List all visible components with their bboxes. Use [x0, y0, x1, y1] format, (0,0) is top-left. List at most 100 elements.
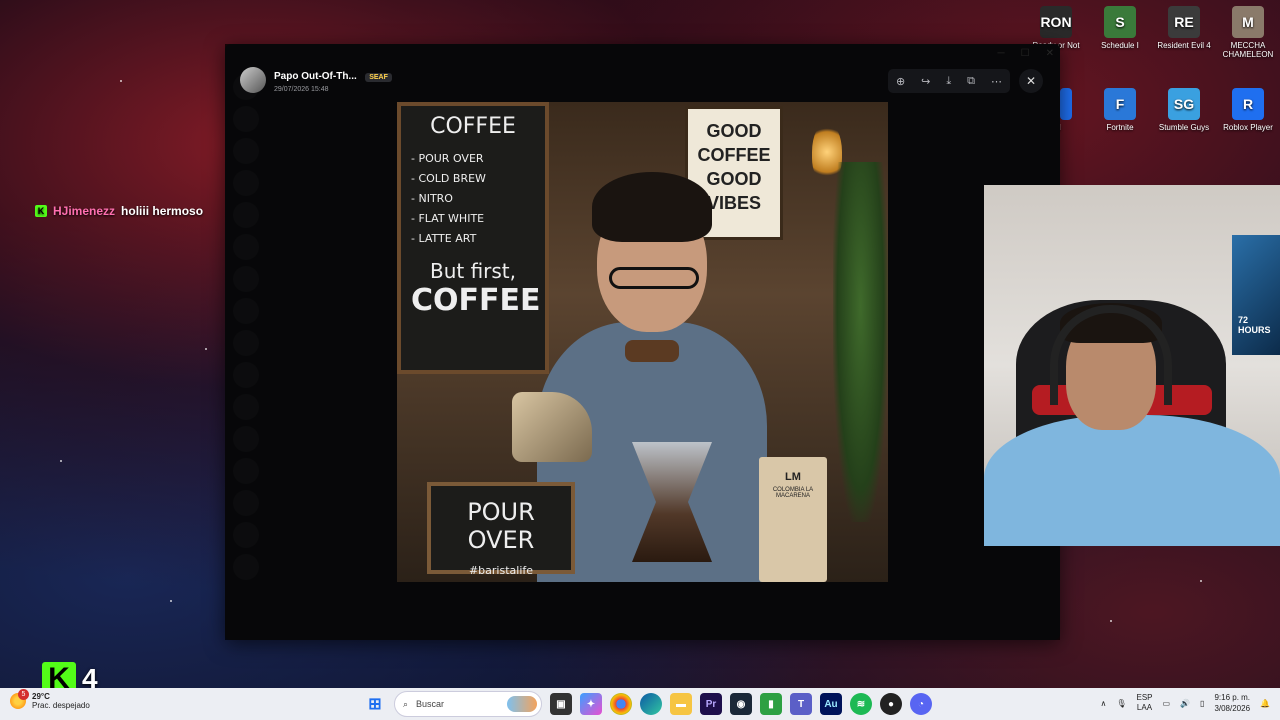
message-timestamp: 29/07/2026 15:48 [274, 86, 329, 93]
meccha-chameleon-icon: M [1232, 6, 1264, 38]
gooseneck-kettle [512, 392, 592, 462]
desktop-icon-label: Stumble Guys [1158, 123, 1210, 132]
microphone-icon[interactable]: 🎙 [1116, 699, 1126, 708]
forward-icon[interactable]: ↪ [921, 75, 930, 88]
desktop-icon-schedule-i[interactable]: S Schedule I [1088, 6, 1152, 50]
board-item: - LATTE ART [411, 232, 477, 245]
sign-line: GOOD [706, 121, 762, 141]
board-footer: But first, [429, 259, 517, 283]
bow-tie [625, 340, 679, 362]
author-block: Papo Out-Of-Th... SEAF 29/07/2026 15:48 [274, 66, 392, 93]
desktop-icon-stumble-guys[interactable]: SG Stumble Guys [1152, 88, 1216, 132]
glasses [609, 267, 699, 289]
volume-icon[interactable]: 🔊 [1180, 699, 1190, 708]
system-tray: ∧ 🎙 ESP LAA ▭ 🔊 ▯ 9:16 p. m. 3/08/2026 🔔 [1100, 692, 1270, 714]
notification-badge: 5 [18, 689, 29, 700]
board-title: COFFEE [430, 114, 516, 139]
media-viewer-header: Papo Out-Of-Th... SEAF 29/07/2026 15:48 [240, 66, 392, 93]
more-icon[interactable]: ⋯ [991, 75, 1002, 88]
star [170, 600, 172, 602]
kick-badge-icon: K [35, 205, 47, 217]
streamer-shirt [984, 415, 1280, 546]
search-icon: ⌕ [403, 698, 409, 709]
ready-or-not-icon: RON [1040, 6, 1072, 38]
chrome-icon[interactable] [610, 693, 632, 715]
chalkboard-menu: COFFEE - POUR OVER - COLD BREW - NITRO -… [397, 102, 549, 374]
teams-icon[interactable]: T [790, 693, 812, 715]
close-viewer-button[interactable]: ✕ [1019, 69, 1043, 93]
lang-line: LAA [1136, 703, 1153, 712]
weather-desc: Prac. despejado [32, 701, 90, 710]
webcam-feed: 72 HOURS [984, 185, 1280, 546]
coffee-bag: LM COLOMBIA LA MACARENA [759, 457, 827, 582]
notifications-icon[interactable]: 🔔 [1260, 699, 1270, 708]
board-item: - COLD BREW [411, 172, 486, 185]
star [120, 80, 122, 82]
green-app-icon[interactable]: ▮ [760, 693, 782, 715]
desktop-icon-label: Resident Evil 4 [1157, 41, 1211, 50]
open-external-icon[interactable]: ⧉ [967, 75, 975, 88]
bag-text: COLOMBIA LA MACARENA [772, 487, 814, 499]
network-icon[interactable]: ▭ [1163, 699, 1171, 708]
board-footer-large: COFFEE [411, 283, 541, 318]
zoom-icon[interactable]: ⊕ [896, 75, 905, 88]
close-icon: ✕ [1025, 74, 1037, 88]
stumble-guys-icon: SG [1168, 88, 1200, 120]
edge-icon[interactable] [640, 693, 662, 715]
language-indicator[interactable]: ESP LAA [1136, 693, 1152, 713]
board-item: - POUR OVER [411, 152, 484, 165]
board-item: - NITRO [411, 192, 453, 205]
desktop-icon-resident-evil-4[interactable]: RE Resident Evil 4 [1152, 6, 1216, 50]
hair [592, 172, 712, 242]
premiere-pro-icon[interactable]: Pr [700, 693, 722, 715]
download-icon[interactable]: ⤓ [946, 75, 951, 88]
desktop-icon-label: MECCHA CHAMELEON [1222, 41, 1274, 59]
roblox-player-icon: R [1232, 88, 1264, 120]
clock-date: 3/08/2026 [1214, 704, 1251, 713]
star [60, 460, 62, 462]
search-placeholder: Buscar [416, 699, 445, 709]
chevron-up-icon[interactable]: ∧ [1100, 699, 1106, 708]
discord-icon[interactable]: ◔ [910, 693, 932, 715]
server-tag-badge: SEAF [365, 73, 392, 82]
desktop-icon-roblox-player[interactable]: R Roblox Player [1216, 88, 1280, 132]
desktop-icon-label: Fortnite [1106, 123, 1134, 132]
partial-app-icon [1060, 88, 1072, 120]
star [1110, 620, 1112, 622]
start-icon[interactable]: ⊞ [364, 693, 386, 715]
task-view-icon[interactable]: ▣ [550, 693, 572, 715]
weather-temp: 29°C [32, 692, 50, 701]
desktop-icon-meccha-chameleon[interactable]: M MECCHA CHAMELEON [1216, 6, 1280, 59]
author-name[interactable]: Papo Out-Of-Th... [274, 71, 357, 82]
weather-sun-icon: 5 [10, 689, 29, 709]
stream-chat-message: K HJimenezz holiii hermoso [35, 204, 203, 218]
desktop-icon-fortnite[interactable]: F Fortnite [1088, 88, 1152, 132]
media-viewer-toolbar: ⊕ ↪ ⤓ ⧉ ⋯ [888, 69, 1010, 93]
clock[interactable]: 9:16 p. m. 3/08/2026 [1214, 692, 1250, 714]
taskbar-apps: ⊞ ⌕ Buscar ▣ ✦ ▬ Pr ◉ ▮ T Au ≋ ● ◔ [364, 691, 932, 717]
schedule-i-icon: S [1104, 6, 1136, 38]
desktop-icon-label: Roblox Player [1223, 123, 1273, 132]
avatar[interactable] [240, 66, 266, 93]
desktop-icon-label: Schedule I [1101, 41, 1139, 50]
obs-icon[interactable]: ● [880, 693, 902, 715]
tv-text: 72 HOURS [1238, 315, 1271, 335]
clock-time: 9:16 p. m. [1214, 693, 1251, 702]
battery-icon[interactable]: ▯ [1200, 699, 1204, 708]
search-input[interactable]: ⌕ Buscar [394, 691, 542, 717]
audition-icon[interactable]: Au [820, 693, 842, 715]
file-explorer-icon[interactable]: ▬ [670, 693, 692, 715]
board-item: - FLAT WHITE [411, 212, 485, 225]
lang-line: ESP [1136, 693, 1153, 702]
tv-screen: 72 HOURS [1232, 235, 1280, 355]
copilot-icon[interactable]: ✦ [580, 693, 602, 715]
spotify-icon[interactable]: ≋ [850, 693, 872, 715]
search-highlight-icon [507, 696, 537, 712]
viewed-image[interactable]: COFFEE - POUR OVER - COLD BREW - NITRO -… [397, 102, 888, 582]
pour-over-sign: POUR OVER #baristalife [427, 482, 575, 577]
star [1200, 580, 1202, 582]
pour-sign-tag: #baristalife [468, 564, 534, 577]
steam-icon[interactable]: ◉ [730, 693, 752, 715]
weather-widget[interactable]: 5 29°C Prac. despejado [10, 689, 90, 710]
bag-brand: LM [785, 471, 801, 483]
